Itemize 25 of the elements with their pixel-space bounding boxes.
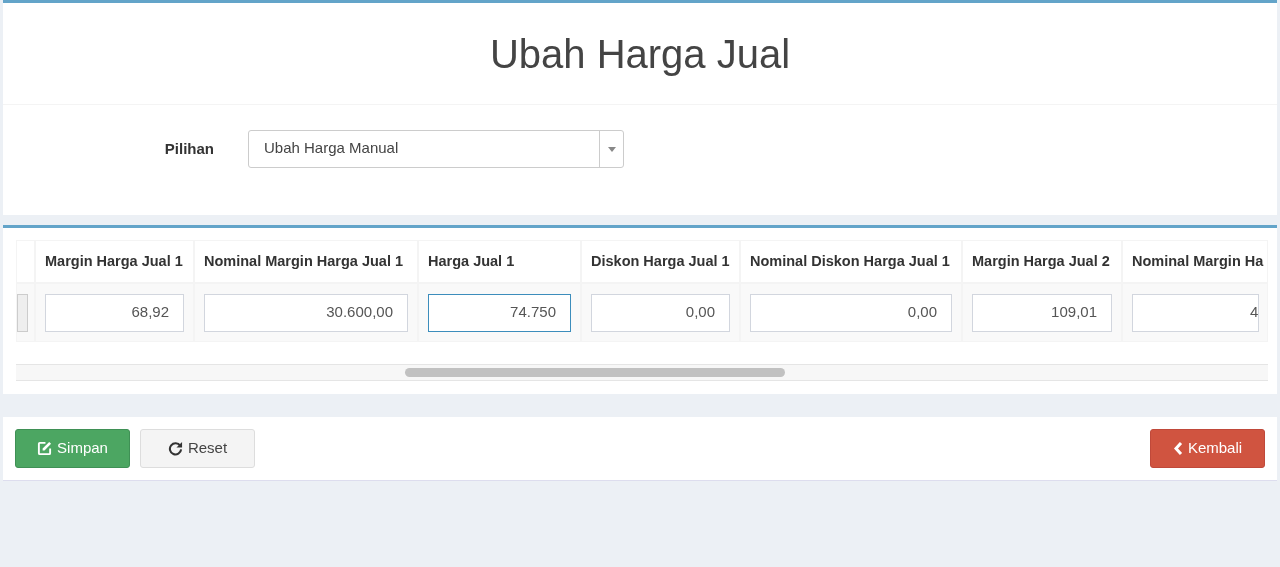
reset-button[interactable]: Reset xyxy=(140,429,255,468)
number-input[interactable]: 0,00 xyxy=(591,293,730,332)
number-input[interactable]: 109,01 xyxy=(972,293,1112,332)
number-input[interactable]: 0,00 xyxy=(750,293,952,332)
refresh-icon xyxy=(167,441,183,456)
number-input[interactable]: 30.600,00 xyxy=(204,293,408,332)
column-header: Nominal Margin Ha xyxy=(1122,240,1268,283)
column-header: Margin Harga Jual 2 xyxy=(962,240,1122,283)
caret-icon xyxy=(607,146,616,152)
column-header: Margin Harga Jual 1 xyxy=(35,240,194,283)
select-value: Ubah Harga Manual xyxy=(263,138,400,158)
edit-icon xyxy=(37,441,53,456)
field-label: Pilihan xyxy=(164,138,214,159)
select-field[interactable]: Ubah Harga Manual xyxy=(248,130,624,168)
number-input[interactable]: 68,92 xyxy=(45,293,184,332)
column-header: Nominal Diskon Harga Jual 1 xyxy=(740,240,962,283)
number-input[interactable]: 74.750 xyxy=(428,293,571,332)
horizontal-scrollbar[interactable] xyxy=(16,364,1268,381)
page-title: Ubah Harga Jual xyxy=(489,30,791,78)
column-header: Harga Jual 1 xyxy=(418,240,581,283)
column-header: Diskon Harga Jual 1 xyxy=(581,240,740,283)
column-header: Nominal Margin Harga Jual 1 xyxy=(194,240,418,283)
back-button[interactable]: Kembali xyxy=(1150,429,1265,468)
number-input[interactable]: 4 xyxy=(1132,293,1260,332)
chevron-left-icon xyxy=(1172,442,1183,455)
